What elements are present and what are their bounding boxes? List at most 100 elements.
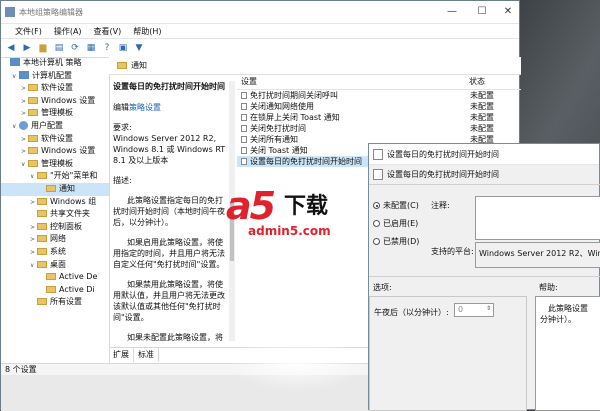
comment-textarea[interactable] (475, 196, 600, 240)
up-folder-icon[interactable]: ▆ (37, 42, 49, 54)
tree-node-label: 管理模板 (41, 158, 73, 168)
tab-extended[interactable]: 扩展 (109, 348, 134, 362)
description-p3: 如果禁用此策略设置，将使用默认值，并且用户将无法更改该默认值或其他任何"免打扰时… (113, 280, 225, 322)
tree-node[interactable]: > 网络 (1, 233, 109, 246)
tree-node-label: "开始"菜单和 (50, 171, 98, 181)
tree-node[interactable]: > 控制面板 (1, 221, 109, 234)
table-row[interactable]: 关闭免打扰时间 未配置 (237, 123, 521, 134)
tree-node[interactable]: ∨ 计算机配置 (1, 70, 109, 83)
setting-state: 未配置 (470, 124, 494, 133)
tab-standard[interactable]: 标准 (134, 348, 159, 362)
tree-node[interactable]: > Windows 组 (1, 196, 109, 209)
menu-view[interactable]: 查看(V) (94, 26, 122, 37)
menu-action[interactable]: 操作(A) (54, 26, 82, 37)
a5-watermark-logo: a5 下载 admin5.com (226, 184, 331, 238)
column-setting[interactable]: 设置 (237, 75, 469, 89)
tree-node[interactable]: Active Di (1, 284, 109, 297)
tree-node[interactable]: ∨ 用户配置 (1, 120, 109, 133)
tree-node-label: 计算机配置 (32, 70, 72, 80)
minutes-spinbox[interactable]: 0 ⇕ (454, 303, 494, 317)
description-p2: 如果启用此策略设置，将使用指定的时间，并且用户将无法自定义任何"免打扰时间"设置… (113, 238, 225, 269)
tree-node[interactable]: ∨ 管理模板 (1, 158, 109, 171)
tree-node[interactable]: 通知 (1, 182, 109, 196)
tree-node[interactable]: ∨ "开始"菜单和 (1, 170, 109, 183)
platform-label: 支持的平台: (431, 247, 474, 256)
description-panel: 设置每日的免打扰时间开始时间 编辑策略设置 要求: Windows Server … (109, 75, 233, 345)
table-row[interactable]: 在锁屏上关闭 Toast 通知 未配置 (237, 112, 521, 123)
export-list-icon[interactable]: ▦ (85, 42, 97, 54)
folder-icon (37, 172, 47, 180)
policy-icon (241, 103, 247, 110)
tree-node-label: 软件设置 (41, 83, 73, 93)
folder-icon (28, 159, 38, 167)
policy-icon (241, 92, 247, 99)
policy-icon (241, 114, 247, 121)
light-glare (540, 320, 600, 400)
setting-state: 未配置 (470, 113, 494, 122)
folder-icon (46, 273, 56, 281)
help-icon[interactable]: ? (101, 42, 113, 54)
folder-icon (37, 298, 47, 306)
tree-node[interactable]: > Windows 设置 (1, 145, 109, 158)
forward-icon[interactable]: ▶ (21, 42, 33, 54)
tree-node-label: 软件设置 (41, 133, 73, 143)
table-row[interactable]: 关闭通知网络使用 未配置 (237, 101, 521, 112)
show-tree-icon[interactable]: ▤ (53, 42, 65, 54)
computer-icon (10, 58, 20, 66)
tree-node[interactable]: Active De (1, 271, 109, 284)
edit-policy-link[interactable]: 策略设置 (129, 103, 161, 112)
setting-state: 未配置 (470, 102, 494, 111)
dialog-subtitle: 设置每日的免打扰时间开始时间 (387, 169, 499, 179)
tree-node-label: 桌面 (50, 259, 66, 269)
tree-node-label: Windows 组 (50, 196, 97, 206)
tree-node[interactable]: > 软件设置 (1, 82, 109, 95)
filter-icon[interactable]: ▼ (133, 42, 145, 54)
window-title: 本地组策略编辑器 (19, 7, 83, 17)
properties-icon[interactable]: ▣ (117, 42, 129, 54)
policy-icon (241, 147, 247, 154)
tree-node[interactable]: > 管理模板 (1, 107, 109, 120)
minimize-icon[interactable]: — (437, 1, 467, 23)
menu-file[interactable]: 文件(F) (15, 26, 42, 37)
tree-node[interactable]: 本地计算机 策略 (1, 57, 109, 70)
close-icon[interactable]: ✕ (493, 1, 523, 23)
dialog-title-bar: 设置每日的免打扰时间开始时间 (369, 144, 599, 165)
tree-node[interactable]: > Windows 设置 (1, 95, 109, 108)
folder-icon (37, 235, 47, 243)
folder-icon (117, 62, 127, 69)
tree-node[interactable]: > 软件设置 (1, 133, 109, 146)
comment-label: 注释: (431, 201, 450, 210)
menu-help[interactable]: 帮助(H) (133, 26, 161, 37)
folder-icon (37, 197, 47, 205)
description-p1: 此策略设置指定每日的免打扰时间开始时间（本地时间午夜后，以分钟计）。 (113, 196, 225, 227)
folder-icon (28, 147, 38, 155)
policy-icon (241, 158, 247, 165)
policy-title: 设置每日的免打扰时间开始时间 (113, 82, 225, 91)
title-bar: 本地组策略编辑器 — ☐ ✕ (1, 1, 519, 24)
column-state[interactable]: 状态 (469, 75, 485, 89)
tree-node[interactable]: 共享文件夹 (1, 208, 109, 221)
refresh-icon[interactable]: ⟳ (69, 42, 81, 54)
folder-icon (46, 184, 56, 192)
tree-node[interactable]: > 系统 (1, 246, 109, 259)
tree-node-label: 本地计算机 策略 (23, 58, 82, 67)
folder-icon (28, 84, 38, 92)
tree-node[interactable]: 所有设置 (1, 296, 109, 309)
tree-node-label: 共享文件夹 (50, 209, 90, 219)
spin-arrows-icon[interactable]: ⇕ (486, 304, 491, 314)
tree-node-label: 系统 (50, 246, 66, 256)
tree-node-label: 控制面板 (50, 221, 82, 231)
tree-node[interactable]: ∨ 桌面 (1, 259, 109, 272)
tree-node-label: 网络 (50, 234, 66, 244)
folder-icon (37, 247, 47, 255)
list-header: 设置 状态 (237, 75, 521, 90)
back-icon[interactable]: ◀ (5, 42, 17, 54)
setting-name: 关闭通知网络使用 (250, 102, 314, 111)
tree-node-label: Windows 设置 (41, 95, 96, 105)
tree-node-label: 用户配置 (31, 120, 63, 130)
light-glare (228, 332, 368, 392)
edit-label: 编辑 (113, 103, 129, 112)
folder-icon (28, 109, 38, 117)
table-row[interactable]: 免打扰时间期间关闭呼叫 未配置 (237, 90, 521, 101)
folder-icon (46, 285, 56, 293)
